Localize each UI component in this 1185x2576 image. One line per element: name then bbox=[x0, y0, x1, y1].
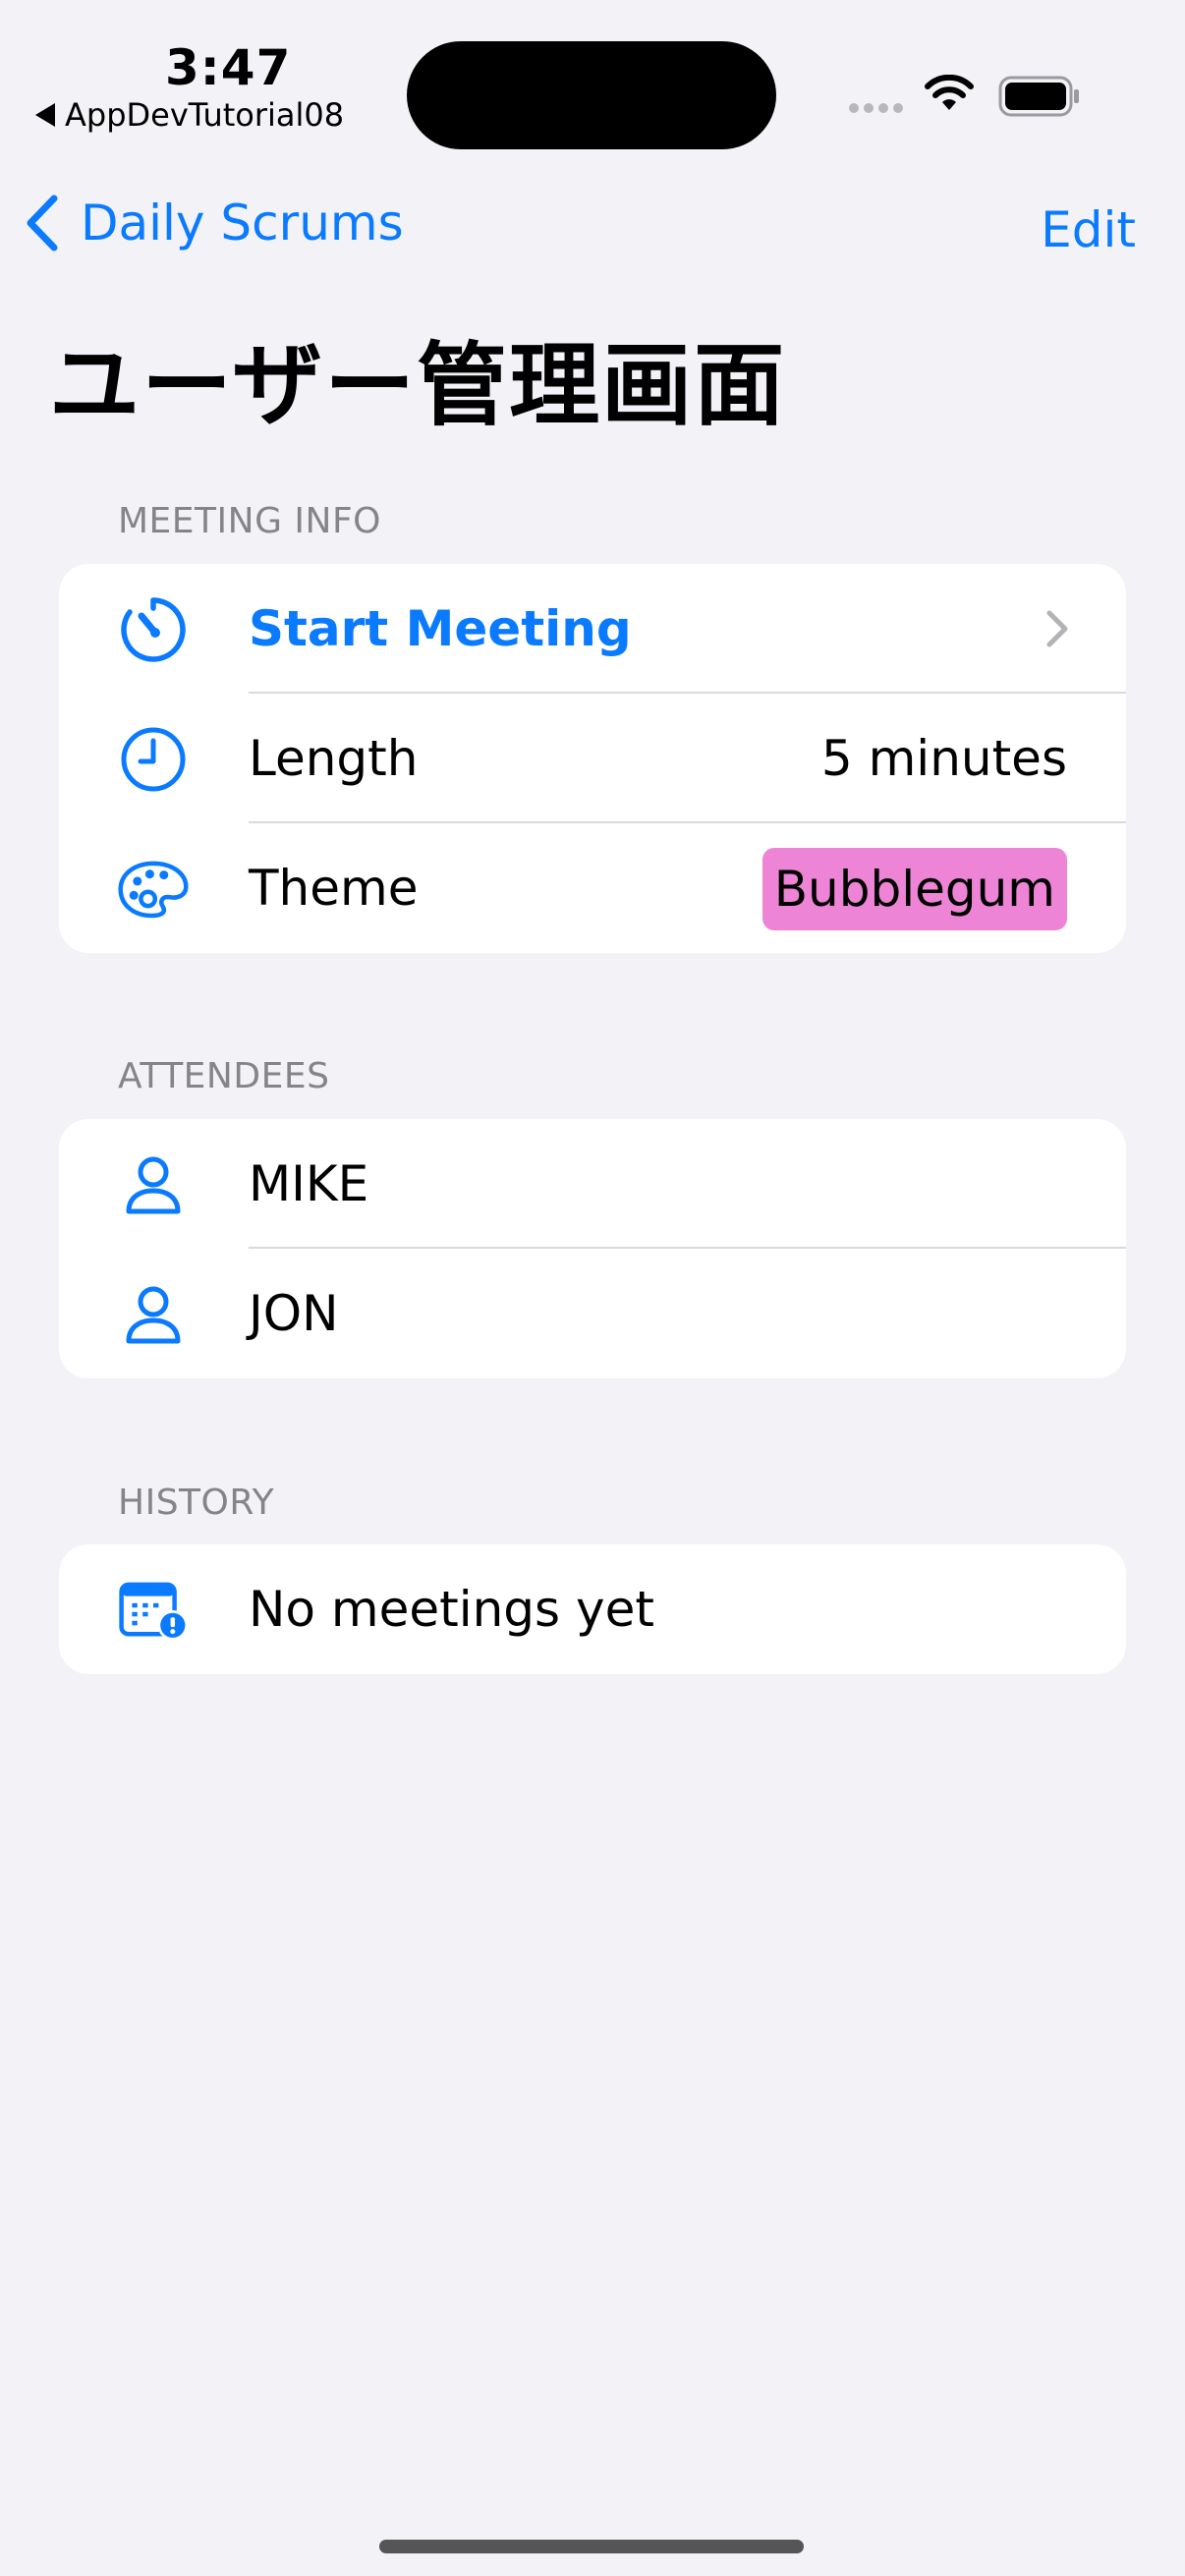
back-button-label: Daily Scrums bbox=[81, 195, 404, 252]
dynamic-island bbox=[407, 41, 776, 149]
meeting-info-card: Start Meeting Length 5 minutes Theme Bub… bbox=[59, 564, 1126, 953]
section-header-meeting-info: MEETING INFO bbox=[118, 501, 382, 541]
return-to-app-link[interactable]: AppDevTutorial08 bbox=[35, 96, 344, 134]
wifi-icon bbox=[925, 75, 974, 110]
home-indicator[interactable] bbox=[379, 2540, 804, 2553]
battery-icon bbox=[998, 76, 1079, 117]
section-header-history: HISTORY bbox=[118, 1483, 275, 1523]
page-title: ユーザー管理画面 bbox=[49, 333, 787, 438]
back-button[interactable]: Daily Scrums bbox=[24, 195, 404, 252]
theme-row: Theme Bubblegum bbox=[59, 823, 1126, 953]
clock-icon bbox=[118, 727, 189, 792]
timer-icon bbox=[118, 597, 189, 662]
start-meeting-row[interactable]: Start Meeting bbox=[59, 564, 1126, 694]
length-value: 5 minutes bbox=[820, 730, 1067, 787]
return-app-name: AppDevTutorial08 bbox=[65, 96, 345, 134]
calendar-exclamation-icon bbox=[118, 1578, 189, 1643]
edit-button[interactable]: Edit bbox=[1041, 201, 1136, 258]
no-meetings-label: No meetings yet bbox=[249, 1581, 654, 1638]
back-triangle-icon bbox=[35, 103, 55, 127]
theme-badge: Bubblegum bbox=[762, 848, 1067, 930]
person-icon bbox=[118, 1282, 189, 1347]
attendee-row: MIKE bbox=[59, 1119, 1126, 1249]
length-label: Length bbox=[249, 730, 419, 787]
theme-label: Theme bbox=[249, 860, 419, 917]
length-row: Length 5 minutes bbox=[59, 694, 1126, 823]
history-empty-row: No meetings yet bbox=[59, 1544, 1126, 1674]
attendee-name: MIKE bbox=[249, 1155, 369, 1212]
section-header-attendees: ATTENDEES bbox=[118, 1056, 330, 1096]
attendees-card: MIKE JON bbox=[59, 1119, 1126, 1378]
palette-icon bbox=[118, 857, 189, 922]
start-meeting-label: Start Meeting bbox=[249, 600, 632, 657]
history-card: No meetings yet bbox=[59, 1544, 1126, 1674]
attendee-name: JON bbox=[249, 1285, 339, 1342]
chevron-left-icon bbox=[27, 195, 58, 252]
person-icon bbox=[118, 1152, 189, 1217]
chevron-right-icon bbox=[1046, 610, 1068, 647]
status-time: 3:47 bbox=[165, 39, 292, 96]
attendee-row: JON bbox=[59, 1249, 1126, 1378]
cellular-signal-icon bbox=[849, 103, 903, 113]
